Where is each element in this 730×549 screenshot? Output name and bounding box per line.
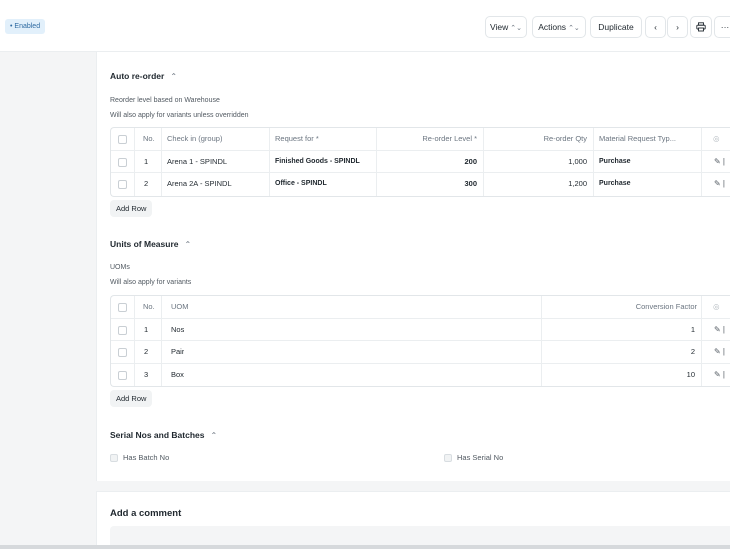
row-conversion-factor[interactable]: 10 bbox=[547, 364, 695, 387]
col-material-request-type: Material Request Typ... bbox=[599, 134, 676, 143]
view-button[interactable]: View ⌃⌄ bbox=[485, 16, 527, 38]
col-conversion-factor: Conversion Factor bbox=[635, 302, 697, 311]
pencil-icon[interactable]: ✎ | bbox=[714, 364, 725, 387]
print-button[interactable] bbox=[690, 16, 712, 38]
chevron-updown-icon: ⌃⌄ bbox=[510, 25, 522, 32]
select-all-checkbox[interactable] bbox=[118, 135, 127, 144]
select-all-checkbox[interactable] bbox=[118, 303, 127, 312]
add-row-button[interactable]: Add Row bbox=[110, 390, 153, 407]
actions-button[interactable]: Actions ⌃⌄ bbox=[532, 16, 586, 38]
table-row[interactable]: 1 Arena 1 - SPINDL Finished Goods - SPIN… bbox=[111, 150, 730, 173]
status-badge: • Enabled bbox=[5, 19, 46, 34]
table-row[interactable]: 2 Pair 2 ✎ | bbox=[111, 341, 730, 364]
pencil-icon[interactable]: ✎ | bbox=[714, 151, 725, 173]
row-checkbox[interactable] bbox=[118, 325, 127, 335]
row-no: 1 bbox=[144, 156, 149, 166]
row-reorder-level[interactable]: 200 bbox=[381, 151, 477, 173]
row-checkbox[interactable] bbox=[118, 157, 127, 167]
table-header: No. UOM Conversion Factor ◎ bbox=[111, 296, 730, 319]
row-no: 3 bbox=[144, 369, 149, 379]
add-row-button[interactable]: Add Row bbox=[110, 200, 153, 217]
section-auto-reorder[interactable]: Auto re-order ⌃ bbox=[110, 71, 177, 81]
row-reorder-qty[interactable]: 1,200 bbox=[489, 173, 587, 196]
table-header: No. Check in (group) Request for * Re-or… bbox=[111, 128, 730, 151]
view-label: View bbox=[489, 22, 509, 32]
comment-section: Add a comment bbox=[96, 491, 730, 549]
row-checkbox[interactable] bbox=[118, 348, 127, 357]
row-no: 1 bbox=[144, 324, 149, 334]
col-check-in: Check in (group) bbox=[167, 134, 223, 143]
section-title: Units of Measure bbox=[110, 239, 179, 249]
comment-title: Add a comment bbox=[110, 508, 182, 519]
section-units-of-measure[interactable]: Units of Measure ⌃ bbox=[110, 239, 191, 249]
chevron-right-icon: › bbox=[676, 22, 679, 32]
reorder-table: No. Check in (group) Request for * Re-or… bbox=[110, 127, 730, 197]
duplicate-button[interactable]: Duplicate bbox=[590, 16, 642, 38]
checkbox-label: Has Batch No bbox=[123, 453, 170, 462]
section-serial-nos-and-batches[interactable]: Serial Nos and Batches ⌃ bbox=[110, 430, 217, 440]
row-checkbox[interactable] bbox=[118, 370, 127, 380]
chevron-updown-icon: ⌃⌄ bbox=[568, 25, 580, 32]
previous-button[interactable]: ‹ bbox=[645, 16, 666, 38]
uom-table: No. UOM Conversion Factor ◎ 1 Nos 1 ✎ | … bbox=[110, 295, 730, 387]
pencil-icon[interactable]: ✎ | bbox=[714, 319, 725, 341]
col-request-for: Request for * bbox=[275, 134, 319, 143]
uom-table-note: Will also apply for variants bbox=[110, 279, 192, 286]
table-row[interactable]: 3 Box 10 ✎ | bbox=[111, 363, 730, 387]
row-uom[interactable]: Nos bbox=[171, 319, 184, 341]
checkbox[interactable] bbox=[444, 454, 452, 462]
row-material-request-type[interactable]: Purchase bbox=[599, 173, 631, 196]
row-request-for[interactable]: Finished Goods - SPINDL bbox=[275, 151, 360, 173]
row-check-in[interactable]: Arena 1 - SPINDL bbox=[167, 151, 227, 173]
page-header: • Enabled View ⌃⌄ Actions ⌃⌄ Duplicate ‹ ›… bbox=[0, 0, 730, 52]
actions-label: Actions bbox=[538, 22, 567, 32]
row-material-request-type[interactable]: Purchase bbox=[599, 151, 631, 173]
row-uom[interactable]: Box bbox=[171, 364, 184, 387]
row-reorder-qty[interactable]: 1,000 bbox=[489, 151, 587, 173]
row-no: 2 bbox=[144, 347, 149, 356]
col-no: No. bbox=[143, 302, 155, 311]
bottom-scrollbar[interactable] bbox=[0, 545, 730, 549]
row-conversion-factor[interactable]: 1 bbox=[547, 319, 695, 341]
pencil-icon[interactable]: ✎ | bbox=[714, 341, 725, 363]
checkbox-label: Has Serial No bbox=[457, 453, 504, 462]
next-button[interactable]: › bbox=[667, 16, 688, 38]
checkbox[interactable] bbox=[110, 454, 118, 462]
col-reorder-qty: Re-order Qty bbox=[543, 134, 587, 143]
chevron-left-icon: ‹ bbox=[654, 22, 657, 32]
more-button[interactable]: ··· bbox=[714, 16, 730, 38]
table-row[interactable]: 2 Arena 2A - SPINDL Office - SPINDL 300 … bbox=[111, 173, 730, 196]
reorder-table-label: Reorder level based on Warehouse bbox=[110, 97, 220, 104]
table-row[interactable]: 1 Nos 1 ✎ | bbox=[111, 318, 730, 341]
col-uom: UOM bbox=[171, 302, 189, 311]
form-card: Auto re-order ⌃ Reorder level based on Wa… bbox=[96, 52, 730, 481]
col-no: No. bbox=[143, 134, 155, 143]
chevron-up-icon: ⌃ bbox=[184, 240, 192, 249]
uom-table-label: UOMs bbox=[110, 264, 130, 271]
settings-icon[interactable]: ◎ bbox=[713, 296, 720, 318]
row-uom[interactable]: Pair bbox=[171, 341, 184, 363]
chevron-up-icon: ⌃ bbox=[170, 72, 178, 81]
section-title: Auto re-order bbox=[110, 71, 165, 81]
printer-icon bbox=[696, 22, 706, 32]
row-conversion-factor[interactable]: 2 bbox=[547, 341, 695, 363]
pencil-icon[interactable]: ✎ | bbox=[714, 173, 725, 196]
row-checkbox[interactable] bbox=[118, 180, 127, 189]
settings-icon[interactable]: ◎ bbox=[713, 128, 720, 150]
row-request-for[interactable]: Office - SPINDL bbox=[275, 173, 327, 196]
chevron-up-icon: ⌃ bbox=[210, 431, 218, 440]
row-check-in[interactable]: Arena 2A - SPINDL bbox=[167, 173, 232, 196]
col-reorder-level: Re-order Level * bbox=[422, 134, 477, 143]
reorder-table-note: Will also apply for variants unless over… bbox=[110, 112, 249, 119]
row-reorder-level[interactable]: 300 bbox=[381, 173, 477, 196]
row-no: 2 bbox=[144, 179, 149, 188]
section-title: Serial Nos and Batches bbox=[110, 430, 205, 440]
